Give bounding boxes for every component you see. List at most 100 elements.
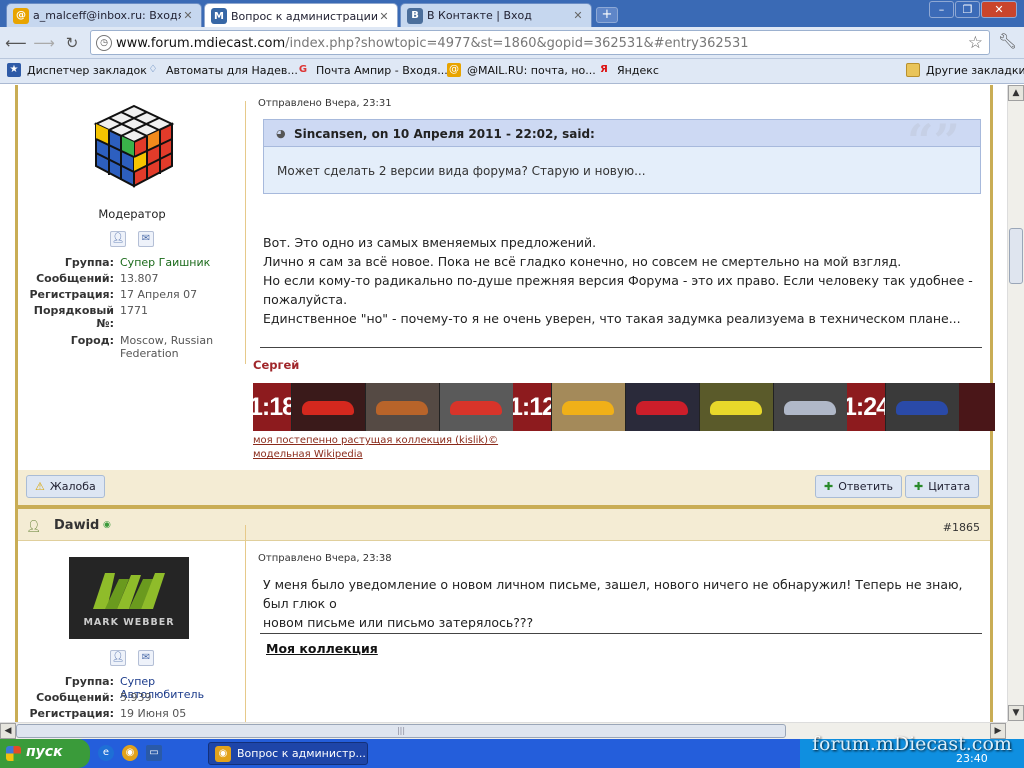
new-tab-button[interactable]: + <box>596 7 618 23</box>
field-label: Регистрация: <box>29 707 115 720</box>
post-header: 👤︎ Dawid ◉ #1865 <box>18 509 990 541</box>
wrench-icon[interactable]: 🔧︎ <box>998 32 1017 50</box>
post-timestamp: Отправлено Вчера, 23:38 <box>258 553 392 564</box>
field-value: Супер Гаишник <box>120 256 211 269</box>
quote-block: ◕ Sincansen, on 10 Апреля 2011 - 22:02, … <box>263 114 981 194</box>
user-role: Модератор <box>98 207 166 221</box>
field-label: Порядковый №: <box>33 304 114 330</box>
car-image <box>291 383 365 431</box>
minimize-button[interactable]: – <box>929 1 954 18</box>
report-button[interactable]: ⚠ Жалоба <box>26 475 105 498</box>
text-line: новом письме или письмо затерялось??? <box>263 615 534 630</box>
bookmark-star-icon[interactable]: ☆ <box>968 33 983 53</box>
collection-link[interactable]: моя постепенно растущая коллекция (kisli… <box>253 435 498 446</box>
start-button[interactable]: пуск <box>0 739 90 768</box>
avatar-caption: MARK WEBBER <box>83 617 175 628</box>
field-value: 13.807 <box>120 272 159 285</box>
post-number-link[interactable]: #1865 <box>943 521 980 534</box>
browser-toolbar: ⟵ ⟶ ↻ ◷ www.forum.mdiecast.com/index.php… <box>0 27 1024 59</box>
username-link[interactable]: Dawid <box>54 518 99 533</box>
field-value: 5.939 <box>120 691 152 704</box>
bookmark-label: Почта Ампир - Входя... <box>316 63 448 77</box>
rubiks-cube-avatar <box>93 104 175 188</box>
tab-mail[interactable]: @ a_malceff@inbox.ru: Входя... ✕ <box>6 3 202 27</box>
tab-title: В Контакте | Вход <box>427 9 532 22</box>
close-icon[interactable]: ✕ <box>181 9 195 22</box>
page-viewport: Модератор 👤︎ ✉ Группа: Супер Гаишник Сооб… <box>0 85 1007 722</box>
car-image <box>551 383 625 431</box>
bookmarks-bar: ★ Диспетчер закладок ♢ Автоматы для Надев.… <box>0 59 1024 84</box>
bookmark-pochta-ampir[interactable]: G Почта Ампир - Входя... <box>296 63 448 77</box>
signature-divider <box>260 633 982 634</box>
folder-icon <box>906 63 920 77</box>
field-value: 19 Июня 05 <box>120 707 187 720</box>
horizontal-scroll-thumb[interactable]: ||| <box>16 724 786 738</box>
mark-webber-logo <box>93 573 165 609</box>
field-label: Группа: <box>64 256 114 269</box>
address-bar[interactable]: ◷ www.forum.mdiecast.com/index.php?showt… <box>90 30 990 55</box>
field-value: 1771 <box>120 304 148 317</box>
quote-plus-icon: ✚ <box>914 480 924 493</box>
bookmark-yandex[interactable]: Я Яндекс <box>597 63 659 77</box>
field-value: Moscow, Russian Federation <box>120 334 214 360</box>
bookmark-mailru[interactable]: @ @MAIL.RU: почта, но... <box>447 63 596 77</box>
back-button[interactable]: ⟵ <box>5 33 27 53</box>
scroll-down-icon[interactable]: ▼ <box>1008 705 1024 721</box>
tab-vkontakte[interactable]: B В Контакте | Вход ✕ <box>400 3 592 27</box>
text-line: Единственное "но" - почему-то я не очень… <box>263 311 961 326</box>
desktop-icon[interactable]: ▭ <box>146 745 162 761</box>
signature-divider <box>260 347 982 348</box>
close-icon[interactable]: ✕ <box>377 10 391 23</box>
scale-label: 1:12 <box>509 383 556 431</box>
reply-button[interactable]: ✚ Ответить <box>815 475 902 498</box>
quote-header: ◕ Sincansen, on 10 Апреля 2011 - 22:02, … <box>264 114 980 168</box>
taskbar-window-button[interactable]: ◉ Вопрос к администр... <box>208 742 368 765</box>
car-image <box>365 383 439 431</box>
message-icon[interactable]: ✉ <box>138 231 154 247</box>
vk-icon: B <box>407 7 423 24</box>
quote-icon: ◕ <box>276 127 286 140</box>
bookmark-label: Другие закладки <box>926 63 1024 77</box>
scroll-left-icon[interactable]: ◀ <box>0 723 16 739</box>
scroll-up-icon[interactable]: ▲ <box>1008 85 1024 101</box>
post-body: Вот. Это одно из самых вменяемых предлож… <box>263 233 973 328</box>
car-image <box>699 383 773 431</box>
chrome-icon[interactable]: ◉ <box>122 745 138 761</box>
at-icon: @ <box>447 63 461 77</box>
car-image <box>773 383 847 431</box>
chrome-icon: ◉ <box>215 745 231 762</box>
tab-forum[interactable]: M Вопрос к администрации ... ✕ <box>204 3 398 28</box>
column-divider <box>245 525 246 722</box>
profile-icon[interactable]: 👤︎ <box>110 650 126 666</box>
car-image <box>439 383 513 431</box>
quote-text: Может сделать 2 версии вида форума? Стар… <box>277 164 646 178</box>
maximize-button[interactable]: ❐ <box>955 1 980 18</box>
forum-post: 👤︎ Dawid ◉ #1865 MARK WEBBER 👤︎ ✉ Группа… <box>15 509 993 722</box>
collection-banner[interactable]: 1:18 1:12 1:24 <box>253 383 995 431</box>
forward-button[interactable]: ⟶ <box>33 33 55 53</box>
other-bookmarks[interactable]: Другие закладки <box>906 63 1024 77</box>
my-collection-link[interactable]: Моя коллекция <box>266 641 378 656</box>
signature-name: Сергей <box>253 358 300 372</box>
g-icon: G <box>298 64 308 75</box>
bookmark-manager[interactable]: ★ Диспетчер закладок <box>7 63 147 77</box>
vertical-scrollbar[interactable]: ▲ ▼ <box>1007 85 1024 722</box>
text-line: пожалуйста. <box>263 292 348 307</box>
mark-webber-avatar: MARK WEBBER <box>69 557 189 639</box>
forum-post: Модератор 👤︎ ✉ Группа: Супер Гаишник Сооб… <box>15 85 995 505</box>
tulip-icon: ♢ <box>148 64 158 75</box>
quote-button[interactable]: ✚ Цитата <box>905 475 980 498</box>
reload-button[interactable]: ↻ <box>61 33 83 53</box>
button-label: Ответить <box>838 480 893 493</box>
bookmark-label: Автоматы для Надев... <box>166 63 298 77</box>
message-icon[interactable]: ✉ <box>138 650 154 666</box>
close-window-button[interactable]: ✕ <box>981 1 1017 18</box>
quote-author: Sincansen, on 10 Апреля 2011 - 22:02, sa… <box>294 127 595 141</box>
ie-icon[interactable]: e <box>98 745 114 761</box>
vertical-scroll-thumb[interactable] <box>1009 228 1023 284</box>
bookmark-avtomaty[interactable]: ♢ Автоматы для Надев... <box>146 63 298 77</box>
task-label: Вопрос к администр... <box>237 747 366 760</box>
profile-icon[interactable]: 👤︎ <box>110 231 126 247</box>
close-icon[interactable]: ✕ <box>571 9 585 22</box>
wikipedia-link[interactable]: модельная Wikipedia <box>253 449 363 460</box>
